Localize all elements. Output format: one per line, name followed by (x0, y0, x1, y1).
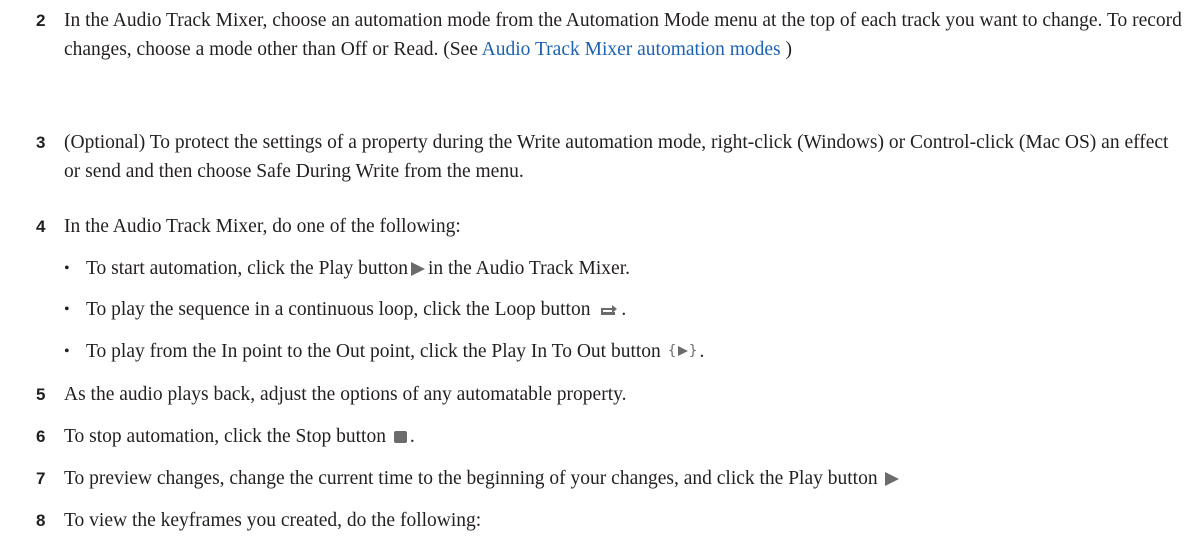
step-7: 7 To preview changes, change the current… (36, 464, 1186, 493)
play-icon (885, 471, 900, 486)
bullet-loop: • To play the sequence in a continuous l… (64, 295, 1164, 324)
step-text: To stop automation, click the Stop butto… (64, 422, 1186, 451)
step-number: 6 (36, 427, 46, 446)
step-text-part: To preview changes, change the current t… (64, 468, 878, 489)
brace-open: { (667, 343, 677, 360)
bullet-text-part: To play the sequence in a continuous loo… (86, 299, 591, 320)
bullet-text-part: . (621, 299, 627, 320)
step-3: 3 (Optional) To protect the settings of … (36, 128, 1186, 186)
play-triangle (677, 346, 688, 357)
play-icon (410, 261, 425, 276)
step-text-part: To stop automation, click the Stop butto… (64, 426, 386, 447)
loop-icon (601, 304, 618, 315)
bullet-text: To start automation, click the Play butt… (86, 254, 1164, 283)
stop-icon (393, 430, 407, 443)
bullet-text-part: To play from the In point to the Out poi… (86, 341, 661, 362)
bullet-text: To play the sequence in a continuous loo… (86, 295, 1164, 324)
bullet-text-part: To start automation, click the Play butt… (86, 258, 408, 279)
bullet-text: To play from the In point to the Out poi… (86, 337, 1164, 367)
step-text: As the audio plays back, adjust the opti… (64, 384, 627, 405)
step-text: In the Audio Track Mixer, choose an auto… (64, 6, 1186, 64)
bullet-text-part: in the Audio Track Mixer. (427, 258, 630, 279)
step-text: To preview changes, change the current t… (64, 464, 1186, 493)
step-text: To view the keyframes you created, do th… (64, 510, 482, 531)
bullet-marker: • (64, 343, 70, 360)
step-8: 8 To view the keyframes you created, do … (36, 506, 1186, 535)
automation-modes-link[interactable]: Audio Track Mixer automation modes (482, 39, 781, 60)
brace-close: } (688, 343, 698, 360)
step-number: 7 (36, 469, 46, 488)
step-text-part: . (409, 426, 415, 447)
step-text: (Optional) To protect the settings of a … (64, 132, 1169, 182)
bullet-text-part: . (699, 341, 705, 362)
bullet-play-in-to-out: • To play from the In point to the Out p… (64, 337, 1164, 367)
step-number: 3 (36, 133, 46, 152)
bullet-play: • To start automation, click the Play bu… (64, 254, 1164, 283)
step-number: 5 (36, 385, 46, 404)
step-4: 4 In the Audio Track Mixer, do one of th… (36, 212, 1186, 241)
bullet-marker: • (64, 301, 70, 318)
step-text-part: ) (780, 39, 793, 60)
step-number: 8 (36, 511, 46, 530)
step-number: 2 (36, 11, 46, 30)
bullet-marker: • (64, 260, 70, 277)
step-number: 4 (36, 217, 46, 236)
step-2: 2 In the Audio Track Mixer, choose an au… (36, 6, 1186, 64)
step-text: In the Audio Track Mixer, do one of the … (64, 216, 461, 237)
play-in-to-out-icon: {} (668, 337, 698, 366)
step-6: 6 To stop automation, click the Stop but… (36, 422, 1186, 451)
step-5: 5 As the audio plays back, adjust the op… (36, 380, 1186, 409)
